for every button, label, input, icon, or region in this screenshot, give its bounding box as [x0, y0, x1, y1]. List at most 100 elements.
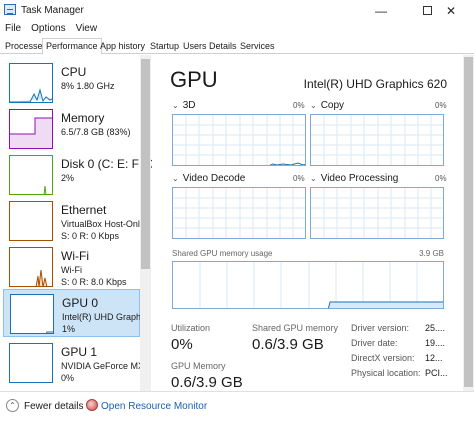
left-scrollbar-thumb[interactable]	[141, 59, 150, 269]
resource-name: CPU	[61, 65, 87, 79]
memory-thumbnail-graph	[9, 109, 53, 149]
tab-app-history[interactable]: App history	[96, 38, 149, 54]
chevron-up-icon[interactable]: ⌃	[6, 399, 19, 412]
page-title: GPU	[170, 67, 218, 92]
engine-percent: 0%	[435, 101, 447, 110]
engine-percent: 0%	[293, 174, 305, 183]
engine-label: Video Decode	[182, 173, 246, 184]
tab-performance[interactable]: Performance	[42, 38, 102, 55]
fewer-details-link[interactable]: Fewer details	[24, 401, 83, 412]
resource-monitor-icon[interactable]	[86, 399, 98, 411]
chevron-down-icon: ⌄	[310, 174, 317, 183]
shared-memory-plot	[199, 262, 443, 308]
left-scrollbar[interactable]	[140, 55, 151, 391]
graph-3d-plot	[173, 115, 305, 165]
gpu-detail-pane: GPU Intel(R) UHD Graphics 620 ⌄ 3D 0% ⌄ Co…	[153, 55, 474, 391]
driver-version-value: 25....	[425, 323, 446, 333]
shared-memory-graph-max: 3.9 GB	[419, 249, 444, 258]
shared-memory-label: Shared GPU memory	[252, 323, 339, 333]
resource-detail: Wi-Fi	[61, 265, 82, 275]
tab-startup[interactable]: Startup	[146, 38, 183, 54]
driver-date-label: Driver date:	[351, 338, 398, 348]
utilization-label: Utilization	[171, 323, 211, 333]
resource-name: GPU 0	[62, 296, 99, 310]
tab-services[interactable]: Services	[236, 38, 279, 54]
right-scrollbar[interactable]	[463, 55, 474, 391]
engine-selector-3d[interactable]: ⌄ 3D	[172, 100, 196, 111]
menu-view[interactable]: View	[71, 21, 103, 37]
gpu0-thumbnail-graph	[10, 294, 54, 334]
resource-gpu1[interactable]: GPU 1 NVIDIA GeForce MX 0%	[3, 339, 144, 387]
engine-label: Copy	[320, 100, 345, 111]
directx-version-label: DirectX version:	[351, 353, 415, 363]
graph-3d	[172, 114, 306, 166]
resource-name: Disk 0 (C: E: F: D:	[61, 157, 152, 171]
engine-selector-video-decode[interactable]: ⌄ Video Decode	[172, 173, 245, 184]
wifi-sparkline	[35, 269, 48, 286]
resource-name: GPU 1	[61, 345, 98, 359]
gpu-memory-label: GPU Memory	[171, 361, 226, 371]
utilization-value: 0%	[171, 336, 193, 353]
resource-gpu0[interactable]: GPU 0 Intel(R) UHD Graphic 1%	[3, 289, 148, 337]
graph-video-processing	[310, 187, 444, 239]
graph-video-decode-plot	[173, 188, 305, 238]
menu-bar: File Options View	[0, 21, 102, 37]
resource-cpu[interactable]: CPU 8% 1.80 GHz	[3, 59, 140, 107]
shared-memory-graph-label: Shared GPU memory usage	[172, 249, 273, 258]
ethernet-thumbnail-graph	[9, 201, 53, 241]
resource-throughput: S: 0 R: 0 Kbps	[61, 231, 120, 241]
right-scrollbar-thumb[interactable]	[464, 57, 473, 387]
chevron-down-icon: ⌄	[310, 101, 317, 110]
graph-video-processing-plot	[311, 188, 443, 238]
graph-copy-plot	[311, 115, 443, 165]
resource-name: Memory	[61, 111, 105, 125]
close-button[interactable]: ✕	[428, 0, 474, 21]
resource-disk[interactable]: Disk 0 (C: E: F: D: 2%	[3, 151, 152, 199]
cpu-thumbnail-graph	[9, 63, 53, 103]
task-manager-icon	[4, 4, 16, 15]
gpu1-thumbnail-graph	[9, 343, 53, 383]
directx-version-value: 12...	[425, 353, 443, 363]
resource-name: Wi-Fi	[61, 249, 89, 263]
disk-thumbnail-graph	[9, 155, 53, 195]
engine-label: Video Processing	[320, 173, 399, 184]
driver-version-label: Driver version:	[351, 323, 410, 333]
resource-throughput: S: 0 R: 8.0 Kbps	[61, 277, 127, 287]
shared-memory-graph	[172, 261, 444, 309]
disk-sparkline	[43, 185, 47, 194]
gpu-memory-value: 0.6/3.9 GB	[171, 374, 243, 391]
resource-wifi[interactable]: Wi-Fi Wi-Fi S: 0 R: 8.0 Kbps	[3, 243, 140, 291]
cpu-sparkline	[10, 88, 52, 102]
footer-bar: ⌃ Fewer details Open Resource Monitor	[0, 391, 474, 421]
physical-location-value: PCI...	[425, 368, 448, 378]
engine-percent: 0%	[293, 101, 305, 110]
resource-memory[interactable]: Memory 6.5/7.8 GB (83%)	[3, 105, 140, 153]
graph-copy	[310, 114, 444, 166]
engine-selector-video-processing[interactable]: ⌄ Video Processing	[310, 173, 398, 184]
gpu0-sparkline	[45, 331, 53, 333]
resource-usage: 0%	[61, 373, 75, 383]
resource-detail: VirtualBox Host-Only	[61, 219, 145, 229]
open-resource-monitor-link[interactable]: Open Resource Monitor	[101, 401, 207, 412]
resource-list: CPU 8% 1.80 GHz Memory 6.5/7.8 GB (83%) …	[0, 55, 152, 391]
menu-file[interactable]: File	[0, 21, 26, 37]
tab-strip: Processes Performance App history Startu…	[0, 38, 474, 55]
resource-usage: 1%	[62, 324, 76, 334]
gpu-model-name: Intel(R) UHD Graphics 620	[303, 77, 447, 91]
resource-detail: 2%	[61, 173, 75, 183]
shared-memory-value: 0.6/3.9 GB	[252, 336, 324, 353]
minimize-button[interactable]: —	[358, 0, 404, 21]
resource-detail: Intel(R) UHD Graphic	[62, 312, 148, 322]
title-bar: Task Manager — ✕	[0, 0, 474, 21]
resource-detail: 6.5/7.8 GB (83%)	[61, 127, 131, 137]
resource-ethernet[interactable]: Ethernet VirtualBox Host-Only S: 0 R: 0 …	[3, 197, 144, 245]
physical-location-label: Physical location:	[351, 368, 421, 378]
memory-sparkline	[10, 117, 52, 148]
menu-options[interactable]: Options	[26, 21, 70, 37]
window-title: Task Manager	[21, 5, 84, 16]
resource-name: Ethernet	[61, 203, 107, 217]
resource-detail: 8% 1.80 GHz	[61, 81, 115, 91]
engine-label: 3D	[182, 100, 196, 111]
graph-video-decode	[172, 187, 306, 239]
engine-selector-copy[interactable]: ⌄ Copy	[310, 100, 344, 111]
